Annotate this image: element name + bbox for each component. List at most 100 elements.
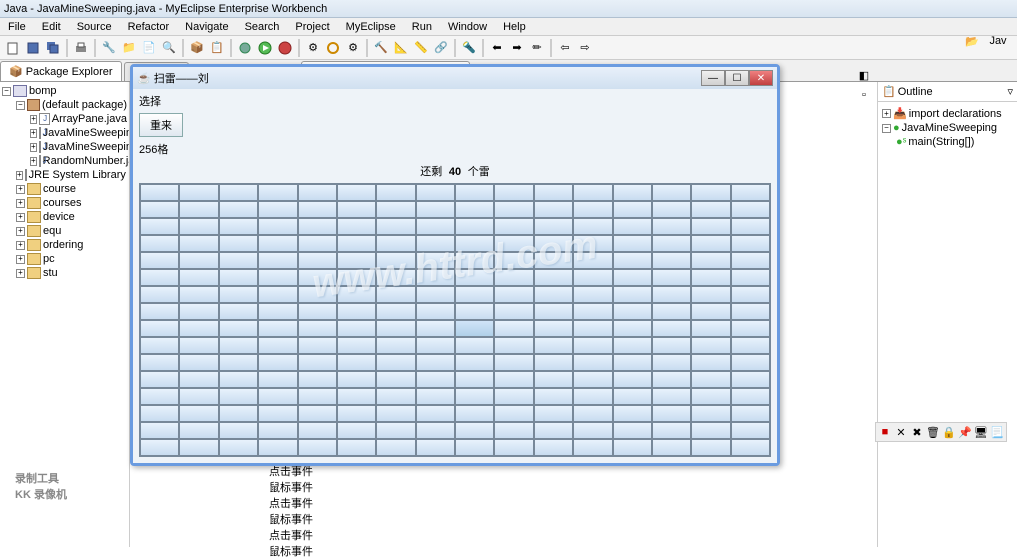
- mine-cell[interactable]: [494, 354, 533, 371]
- display-console-icon[interactable]: 🖥: [974, 425, 988, 439]
- minimized-view-icon[interactable]: ▫: [855, 86, 873, 104]
- mine-cell[interactable]: [455, 235, 494, 252]
- mine-cell[interactable]: [731, 286, 770, 303]
- mine-cell[interactable]: [219, 184, 258, 201]
- mine-cell[interactable]: [179, 218, 218, 235]
- mine-cell[interactable]: [534, 303, 573, 320]
- jre-lib-node[interactable]: +JRE System Library [jd: [2, 168, 127, 182]
- outline-class-node[interactable]: −●JavaMineSweeping: [882, 121, 1013, 135]
- mine-cell[interactable]: [731, 184, 770, 201]
- expand-icon[interactable]: +: [16, 227, 25, 236]
- menu-file[interactable]: File: [0, 21, 34, 33]
- mine-cell[interactable]: [179, 184, 218, 201]
- remove-launch-icon[interactable]: ✕: [894, 425, 908, 439]
- mine-cell[interactable]: [179, 235, 218, 252]
- mine-cell[interactable]: [416, 184, 455, 201]
- mine-cell[interactable]: [652, 371, 691, 388]
- mine-cell[interactable]: [258, 422, 297, 439]
- mine-cell[interactable]: [337, 201, 376, 218]
- expand-icon[interactable]: +: [30, 115, 37, 124]
- folder-node[interactable]: +device: [2, 210, 127, 224]
- nav3-icon[interactable]: ✏: [528, 39, 546, 57]
- mine-cell[interactable]: [691, 218, 730, 235]
- mine-cell[interactable]: [534, 252, 573, 269]
- mine-cell[interactable]: [140, 218, 179, 235]
- mine-cell[interactable]: [219, 235, 258, 252]
- mine-cell[interactable]: [573, 388, 612, 405]
- mine-cell[interactable]: [179, 354, 218, 371]
- mine-cell[interactable]: [179, 320, 218, 337]
- mine-cell[interactable]: [652, 320, 691, 337]
- tool-a-icon[interactable]: 🔧: [100, 39, 118, 57]
- mine-cell[interactable]: [337, 354, 376, 371]
- mine-cell[interactable]: [455, 337, 494, 354]
- mine-cell[interactable]: [140, 201, 179, 218]
- mine-cell[interactable]: [494, 303, 533, 320]
- run-ext-icon[interactable]: [276, 39, 294, 57]
- mine-cell[interactable]: [652, 252, 691, 269]
- expand-icon[interactable]: +: [16, 269, 25, 278]
- mine-cell[interactable]: [376, 337, 415, 354]
- mine-cell[interactable]: [494, 439, 533, 456]
- mine-cell[interactable]: [613, 235, 652, 252]
- aux1-icon[interactable]: 🔨: [372, 39, 390, 57]
- mine-cell[interactable]: [298, 320, 337, 337]
- mine-cell[interactable]: [455, 269, 494, 286]
- mine-cell[interactable]: [573, 269, 612, 286]
- mine-cell[interactable]: [140, 405, 179, 422]
- mine-cell[interactable]: [219, 252, 258, 269]
- expand-icon[interactable]: +: [16, 255, 25, 264]
- mine-cell[interactable]: [691, 201, 730, 218]
- collapse-icon[interactable]: −: [16, 101, 25, 110]
- mine-cell[interactable]: [416, 405, 455, 422]
- mine-cell[interactable]: [298, 337, 337, 354]
- print-icon[interactable]: [72, 39, 90, 57]
- aux2-icon[interactable]: 📐: [392, 39, 410, 57]
- mine-cell[interactable]: [731, 371, 770, 388]
- mine-cell[interactable]: [140, 388, 179, 405]
- file-node[interactable]: +JavaMineSweeping.java: [2, 140, 127, 154]
- mine-cell[interactable]: [691, 303, 730, 320]
- mine-cell[interactable]: [258, 184, 297, 201]
- mine-cell[interactable]: [219, 201, 258, 218]
- mine-cell[interactable]: [337, 337, 376, 354]
- collapse-icon[interactable]: −: [2, 87, 11, 96]
- mine-cell[interactable]: [613, 371, 652, 388]
- mine-cell[interactable]: [337, 252, 376, 269]
- mine-cell[interactable]: [376, 405, 415, 422]
- mine-cell[interactable]: [140, 422, 179, 439]
- mine-cell[interactable]: [140, 269, 179, 286]
- mine-cell[interactable]: [455, 388, 494, 405]
- mine-cell[interactable]: [455, 286, 494, 303]
- mine-cell[interactable]: [416, 252, 455, 269]
- java-perspective-button[interactable]: Jav: [983, 32, 1013, 50]
- restart-button[interactable]: 重来: [139, 113, 183, 137]
- mine-cell[interactable]: [258, 337, 297, 354]
- mine-cell[interactable]: [573, 218, 612, 235]
- mine-cell[interactable]: [258, 286, 297, 303]
- mine-cell[interactable]: [258, 388, 297, 405]
- mine-cell[interactable]: [219, 422, 258, 439]
- menu-source[interactable]: Source: [69, 21, 120, 33]
- mine-cell[interactable]: [731, 269, 770, 286]
- mine-cell[interactable]: [376, 320, 415, 337]
- menu-edit[interactable]: Edit: [34, 21, 69, 33]
- mine-cell[interactable]: [376, 439, 415, 456]
- mine-cell[interactable]: [494, 235, 533, 252]
- mine-cell[interactable]: [652, 439, 691, 456]
- mine-cell[interactable]: [219, 371, 258, 388]
- mine-cell[interactable]: [219, 405, 258, 422]
- mine-cell[interactable]: [258, 320, 297, 337]
- terminate-icon[interactable]: ■: [878, 425, 892, 439]
- mine-cell[interactable]: [573, 252, 612, 269]
- mine-cell[interactable]: [258, 439, 297, 456]
- mine-cell[interactable]: [179, 252, 218, 269]
- menu-window[interactable]: Window: [440, 21, 495, 33]
- mine-cell[interactable]: [613, 320, 652, 337]
- menu-refactor[interactable]: Refactor: [120, 21, 178, 33]
- mine-cell[interactable]: [613, 354, 652, 371]
- mine-cell[interactable]: [534, 269, 573, 286]
- mine-cell[interactable]: [455, 422, 494, 439]
- mine-cell[interactable]: [573, 184, 612, 201]
- mine-cell[interactable]: [613, 201, 652, 218]
